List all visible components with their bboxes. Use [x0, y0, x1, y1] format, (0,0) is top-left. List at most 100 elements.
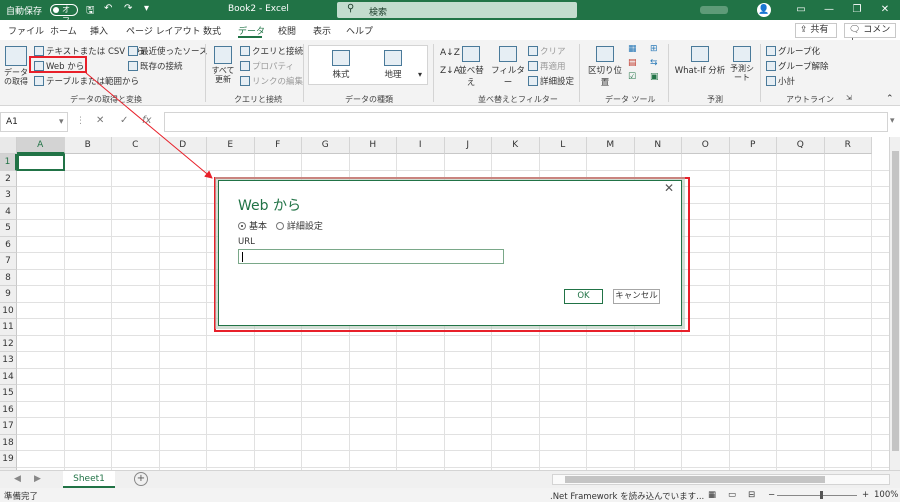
page-layout-view-icon[interactable]: ▭	[728, 490, 736, 500]
restore-button[interactable]: ❐	[846, 2, 868, 18]
row-header-9[interactable]: 9	[0, 286, 17, 303]
normal-view-icon[interactable]: ▦	[708, 490, 716, 500]
name-box-dropdown-icon[interactable]: ▾	[59, 117, 64, 127]
prev-sheet-icon[interactable]: ◀	[14, 474, 21, 484]
refresh-all-button[interactable]: すべて更新	[211, 46, 235, 84]
relationships-icon[interactable]: ⇆	[650, 58, 658, 68]
row-header-13[interactable]: 13	[0, 352, 17, 369]
filter-button[interactable]: フィルター	[490, 46, 526, 88]
text-to-columns-button[interactable]: 区切り位置	[585, 46, 625, 88]
subtotal-button[interactable]: 小計	[766, 75, 795, 87]
tab-view[interactable]: 表示	[313, 24, 331, 37]
row-header-17[interactable]: 17	[0, 418, 17, 435]
column-header-p[interactable]: P	[729, 137, 777, 154]
sheet-tab-sheet1[interactable]: Sheet1	[63, 471, 115, 488]
consolidate-icon[interactable]: ⊞	[650, 44, 658, 54]
tab-home[interactable]: ホーム	[50, 24, 77, 37]
edit-links-button[interactable]: リンクの編集	[240, 75, 303, 87]
column-header-c[interactable]: C	[112, 137, 160, 154]
row-header-4[interactable]: 4	[0, 203, 17, 220]
row-header-10[interactable]: 10	[0, 302, 17, 319]
cancel-entry-icon[interactable]: ✕	[96, 115, 104, 126]
queries-connections-button[interactable]: クエリと接続	[240, 45, 303, 57]
close-button[interactable]: ✕	[874, 2, 896, 18]
flash-fill-icon[interactable]: ▦	[628, 44, 637, 54]
column-header-j[interactable]: J	[444, 137, 492, 154]
sort-button[interactable]: 並べ替え	[456, 46, 486, 88]
row-header-7[interactable]: 7	[0, 253, 17, 270]
existing-connections-button[interactable]: 既存の接続	[128, 60, 183, 72]
tab-file[interactable]: ファイル	[8, 24, 44, 37]
advanced-button[interactable]: 詳細設定	[528, 75, 574, 87]
minimize-button[interactable]: —	[818, 2, 840, 18]
comment-button[interactable]: 🗨 コメント	[844, 23, 896, 48]
forecast-sheet-button[interactable]: 予測シート	[728, 46, 756, 82]
zoom-slider-thumb[interactable]	[820, 491, 823, 499]
radio-advanced[interactable]: 詳細設定	[275, 222, 323, 232]
zoom-slider[interactable]	[777, 495, 857, 496]
column-header-o[interactable]: O	[682, 137, 730, 154]
properties-button[interactable]: プロパティ	[240, 60, 294, 72]
column-header-i[interactable]: I	[397, 137, 445, 154]
insert-function-icon[interactable]: fx	[142, 115, 151, 126]
undo-icon[interactable]: ↶	[104, 3, 112, 14]
column-header-h[interactable]: H	[349, 137, 397, 154]
search-box[interactable]: ⚲ 検索	[337, 2, 577, 18]
get-data-button[interactable]: データの取得	[2, 46, 30, 86]
group-button[interactable]: グループ化	[766, 45, 820, 57]
zoom-level[interactable]: 100%	[874, 490, 898, 500]
tab-formulas[interactable]: 数式	[203, 24, 221, 37]
confirm-entry-icon[interactable]: ✓	[120, 115, 128, 126]
stocks-button[interactable]: 株式	[323, 50, 359, 80]
active-cell[interactable]	[17, 154, 65, 171]
column-header-e[interactable]: E	[207, 137, 255, 154]
column-header-b[interactable]: B	[64, 137, 112, 154]
tab-insert[interactable]: 挿入	[90, 24, 108, 37]
select-all-corner[interactable]	[0, 137, 17, 154]
gallery-more-icon[interactable]: ▾	[418, 70, 422, 79]
remove-duplicates-icon[interactable]: ▤	[628, 58, 637, 68]
reapply-button[interactable]: 再適用	[528, 60, 566, 72]
column-header-l[interactable]: L	[539, 137, 587, 154]
cancel-button[interactable]: キャンセル	[613, 289, 660, 304]
clear-button[interactable]: クリア	[528, 45, 566, 57]
tab-review[interactable]: 校閲	[278, 24, 296, 37]
redo-icon[interactable]: ↷	[124, 3, 132, 14]
column-header-n[interactable]: N	[634, 137, 682, 154]
next-sheet-icon[interactable]: ▶	[34, 474, 41, 484]
column-header-f[interactable]: F	[254, 137, 302, 154]
horizontal-scrollbar[interactable]	[552, 474, 890, 485]
column-header-r[interactable]: R	[824, 137, 872, 154]
share-button[interactable]: ⇪ 共有	[795, 23, 837, 38]
row-header-19[interactable]: 19	[0, 451, 17, 468]
column-header-a[interactable]: A	[17, 137, 65, 154]
collapse-ribbon-icon[interactable]: ⌃	[886, 94, 894, 104]
expand-formula-icon[interactable]: ▾	[890, 116, 895, 126]
row-header-2[interactable]: 2	[0, 170, 17, 187]
recent-sources-button[interactable]: 最近使ったソース	[128, 45, 208, 57]
avatar[interactable]: 👤	[757, 3, 771, 17]
column-header-g[interactable]: G	[302, 137, 350, 154]
column-header-m[interactable]: M	[587, 137, 635, 154]
column-header-q[interactable]: Q	[777, 137, 825, 154]
data-validation-icon[interactable]: ☑	[628, 72, 636, 82]
row-header-6[interactable]: 6	[0, 236, 17, 253]
ungroup-button[interactable]: グループ解除	[766, 60, 829, 72]
add-sheet-button[interactable]: +	[134, 472, 148, 486]
row-header-18[interactable]: 18	[0, 434, 17, 451]
horizontal-scroll-thumb[interactable]	[565, 476, 825, 483]
formula-input[interactable]	[164, 112, 888, 132]
row-header-8[interactable]: 8	[0, 269, 17, 286]
vertical-scroll-thumb[interactable]	[892, 151, 899, 451]
row-header-16[interactable]: 16	[0, 401, 17, 418]
autosave-toggle[interactable]: オフ	[50, 4, 78, 25]
radio-basic[interactable]: 基本	[238, 222, 267, 232]
row-header-1[interactable]: 1	[0, 154, 17, 171]
dialog-close-button[interactable]: ✕	[664, 181, 674, 195]
row-header-12[interactable]: 12	[0, 335, 17, 352]
ribbon-display-icon[interactable]: ▭	[790, 2, 812, 18]
save-icon[interactable]: 🖫	[86, 3, 95, 20]
row-header-11[interactable]: 11	[0, 319, 17, 336]
ok-button[interactable]: OK	[564, 289, 603, 304]
data-model-icon[interactable]: ▣	[650, 72, 659, 82]
